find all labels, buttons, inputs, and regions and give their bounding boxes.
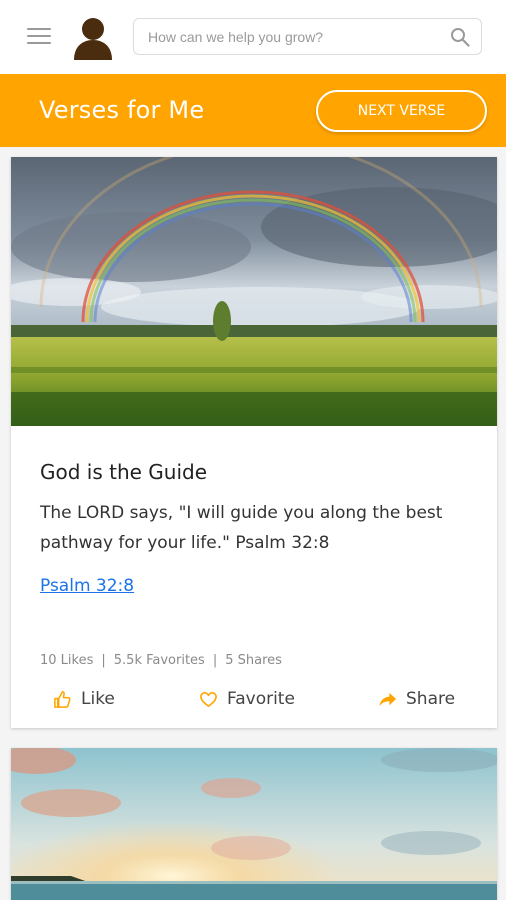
avatar-icon[interactable] bbox=[71, 16, 115, 60]
search-bar[interactable] bbox=[133, 18, 482, 55]
stats-separator: | bbox=[101, 653, 106, 668]
next-verse-button[interactable]: NEXT VERSE bbox=[316, 90, 487, 132]
verse-stats: 10 Likes | 5.5k Favorites | 5 Shares bbox=[40, 653, 282, 668]
sunset-beach-image bbox=[11, 748, 497, 900]
favorites-count: 5.5k Favorites bbox=[113, 653, 205, 668]
verse-reference-link[interactable]: Psalm 32:8 bbox=[40, 576, 134, 596]
next-verse-card bbox=[11, 748, 497, 900]
share-label: Share bbox=[406, 689, 456, 709]
shares-count: 5 Shares bbox=[225, 653, 282, 668]
favorite-label: Favorite bbox=[227, 689, 295, 709]
page-title: Verses for Me bbox=[39, 96, 205, 124]
share-button[interactable]: Share bbox=[378, 688, 455, 710]
menu-icon[interactable] bbox=[27, 28, 51, 46]
thumbs-up-icon bbox=[54, 690, 71, 708]
stats-separator: | bbox=[212, 653, 218, 668]
heart-icon bbox=[200, 691, 217, 707]
verse-card: God is the Guide The LORD says, "I will … bbox=[11, 157, 497, 728]
top-bar bbox=[0, 0, 506, 74]
like-button[interactable]: Like bbox=[53, 688, 115, 710]
rainbow-field-image bbox=[11, 157, 497, 426]
page-header: Verses for Me NEXT VERSE bbox=[0, 74, 506, 147]
like-label: Like bbox=[81, 689, 115, 709]
likes-count: 10 Likes bbox=[40, 653, 94, 668]
search-icon[interactable] bbox=[450, 27, 470, 47]
favorite-button[interactable]: Favorite bbox=[199, 688, 295, 710]
verse-title: God is the Guide bbox=[40, 460, 208, 484]
share-arrow-icon bbox=[379, 692, 397, 706]
search-input[interactable] bbox=[148, 19, 438, 54]
verse-text: The LORD says, "I will guide you along t… bbox=[40, 503, 443, 553]
